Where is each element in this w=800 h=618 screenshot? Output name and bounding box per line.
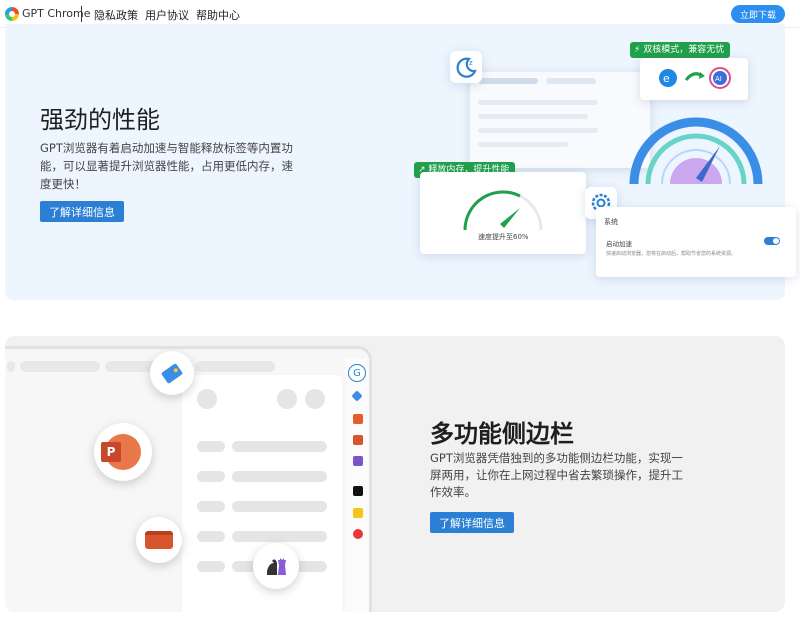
download-button[interactable]: 立即下载 <box>731 5 785 23</box>
sidebar-feature-description: GPT浏览器凭借独到的多功能侧边栏功能，实现一屏两用，让你在上网过程中省去繁琐操… <box>430 451 683 499</box>
nav-privacy-policy[interactable]: 隐私政策 <box>94 7 138 23</box>
startup-boost-toggle[interactable] <box>764 237 780 245</box>
settings-title: 系统 <box>604 218 618 226</box>
sidebar-meituan-icon[interactable] <box>353 508 363 518</box>
header-divider <box>81 6 82 22</box>
svg-text:z: z <box>469 59 473 67</box>
startup-boost-label: 启动加速 <box>606 240 632 248</box>
lightning-icon: ⚡ <box>634 45 641 55</box>
ai-badge-text: AI <box>715 75 722 83</box>
dual-core-tag: ⚡ 双核模式，兼容无忧 <box>630 42 731 58</box>
sidebar-learn-more-button[interactable]: 了解详细信息 <box>430 512 514 533</box>
dual-core-text: 双核模式，兼容无忧 <box>643 45 725 55</box>
svg-text:e: e <box>663 72 670 85</box>
sidebar-weibo-icon[interactable] <box>353 529 363 539</box>
sidebar-tiktok-icon[interactable] <box>353 486 363 496</box>
sidebar-toolbox-icon[interactable] <box>353 435 363 445</box>
toolbox-icon <box>136 517 182 563</box>
speed-boost-text: 速度提升至60% <box>478 233 529 241</box>
browser-window-mock <box>470 72 650 168</box>
sidebar-chess-icon[interactable] <box>353 456 363 466</box>
nav-help-center[interactable]: 帮助中心 <box>196 7 240 23</box>
speedometer-icon <box>629 117 763 185</box>
chess-icon <box>253 543 299 589</box>
sidebar-feature-title: 多功能侧边栏 <box>430 420 574 448</box>
performance-learn-more-button[interactable]: 了解详细信息 <box>40 201 124 222</box>
nav-user-agreement[interactable]: 用户协议 <box>145 7 189 23</box>
price-tag-icon <box>150 351 194 395</box>
dual-core-card: e AI <box>640 58 748 100</box>
performance-title: 强劲的性能 <box>40 106 160 134</box>
startup-boost-description: 快速启动浏览器，您将在启动后，帮助节省您的系统资源。 <box>606 251 737 257</box>
settings-card: 系统 启动加速 快速启动浏览器，您将在启动后，帮助节省您的系统资源。 <box>596 207 796 277</box>
sidebar-office-icon[interactable] <box>353 414 363 424</box>
powerpoint-icon: P <box>94 423 152 481</box>
performance-description: GPT浏览器有着启动加速与智能释放标签等内置功能，可以显著提升浏览器性能，占用更… <box>40 141 293 191</box>
browser-switch-icons: e AI <box>659 67 731 89</box>
sleep-moon-icon: z <box>450 51 482 83</box>
gpt-chrome-logo-icon[interactable] <box>5 7 19 21</box>
sidebar-g-icon[interactable]: G <box>348 364 366 382</box>
powerpoint-letter: P <box>101 442 121 462</box>
memory-gauge-card: 速度提升至60% <box>420 172 586 254</box>
